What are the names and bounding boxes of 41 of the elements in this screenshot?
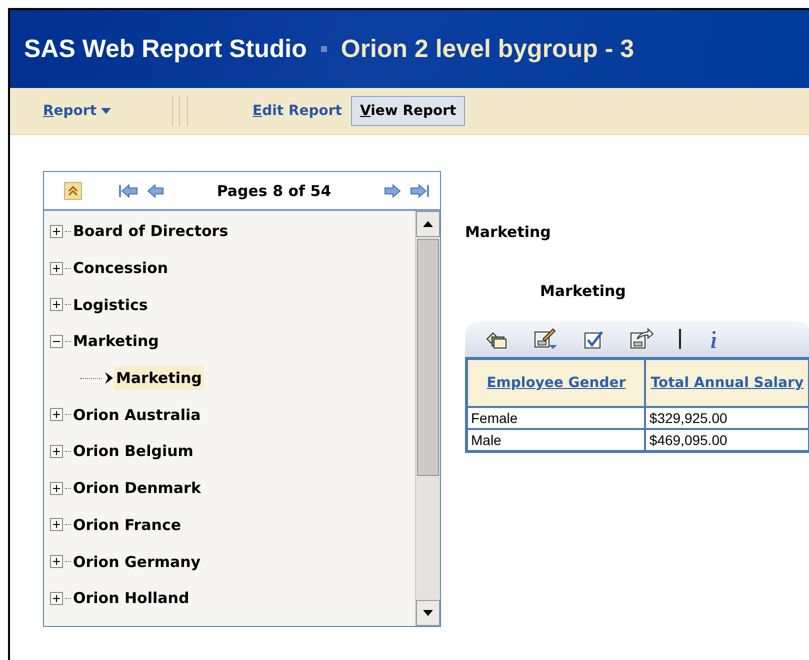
tree-item[interactable]: Orion Denmark xyxy=(71,476,203,500)
menu-dropdown[interactable]: Report xyxy=(34,96,120,126)
tree-item[interactable]: Board of Directors xyxy=(71,219,230,244)
collapse-icon[interactable] xyxy=(64,182,82,200)
column-header[interactable]: Total Annual Salary xyxy=(645,358,809,407)
expand-toggle[interactable] xyxy=(50,518,63,532)
scroll-up-icon[interactable] xyxy=(423,221,433,227)
expand-toggle[interactable] xyxy=(50,444,63,458)
expand-toggle[interactable] xyxy=(50,592,63,605)
tree-item[interactable]: Orion France xyxy=(71,512,184,537)
tree-item[interactable]: Marketing xyxy=(114,366,204,390)
tree-item[interactable]: Concession xyxy=(71,256,170,280)
tree-item[interactable]: Logistics xyxy=(71,292,150,317)
column-header[interactable]: Employee Gender xyxy=(466,358,646,407)
tree-item[interactable]: Orion Australia xyxy=(71,402,203,427)
expand-toggle[interactable] xyxy=(50,298,63,312)
collapse-toggle[interactable] xyxy=(50,334,63,348)
tree-item[interactable]: Orion Belgium xyxy=(71,439,196,464)
report-title: Orion 2 level bygroup - 3 xyxy=(340,34,634,64)
tree-item[interactable]: Orion Germany xyxy=(71,550,203,574)
expand-toggle[interactable] xyxy=(50,482,63,495)
edit-form-icon[interactable] xyxy=(533,327,559,351)
menu-link[interactable]: Edit Report xyxy=(244,96,351,126)
caret-icon xyxy=(100,108,111,114)
tree-item[interactable]: Orion Holland xyxy=(71,586,192,610)
expand-toggle[interactable] xyxy=(50,408,63,422)
table-cell: Female xyxy=(466,407,646,429)
export-icon[interactable] xyxy=(629,327,655,351)
page-indicator: Pages 8 of 54 xyxy=(216,182,332,200)
group-heading: Marketing xyxy=(465,223,552,241)
app-title: SAS Web Report Studio xyxy=(24,34,307,64)
scroll-down-icon[interactable] xyxy=(423,610,433,616)
scrollbar[interactable] xyxy=(415,211,440,626)
menu-link[interactable]: View Report xyxy=(351,96,466,126)
toolbar-grip xyxy=(172,96,188,126)
expand-toggle[interactable] xyxy=(50,262,63,275)
tree-item[interactable]: Marketing xyxy=(71,329,161,354)
expand-toggle[interactable] xyxy=(50,555,63,568)
expand-toggle[interactable] xyxy=(50,224,63,238)
pointer-icon xyxy=(104,371,114,386)
table-title: Marketing xyxy=(540,282,627,300)
